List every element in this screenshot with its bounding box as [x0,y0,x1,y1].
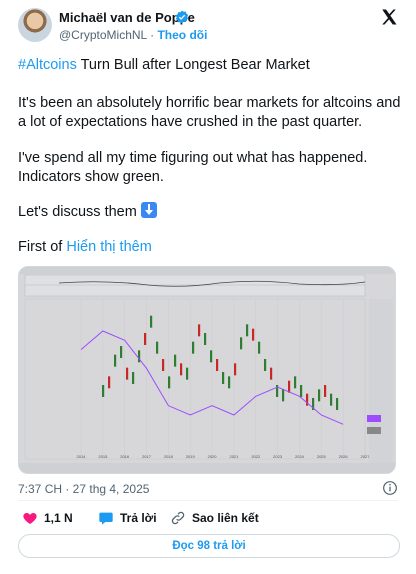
info-icon[interactable] [382,480,398,496]
chart-candle [150,315,153,328]
chart-candle [318,389,321,402]
tweet-paragraph-5: First of Hiển thị thêm [18,238,152,257]
chart-candle [336,398,339,410]
chart-candle [246,324,249,337]
separator-dot: · [150,28,155,42]
tweet-line-1: #Altcoins Turn Bull after Longest Bear M… [18,56,310,75]
chart-x-tick-label: 2019 [186,454,196,459]
first-of-text: First of [18,239,67,255]
chart-candle [132,372,135,384]
chart-candle [198,324,201,337]
copy-link-button[interactable]: Sao liên kết [170,508,259,528]
chart-x-tick-label: 2025 [317,454,327,459]
comment-icon [99,512,113,525]
avatar[interactable] [18,8,52,42]
chart-x-tick-label: 2016 [120,454,130,459]
chart-candle [282,389,285,402]
chart-x-tick-label: 2021 [229,454,239,459]
reply-label: Trả lời [120,511,157,525]
x-logo-icon[interactable] [380,8,398,26]
chart-candle [234,363,237,376]
chart-candle [126,367,129,380]
tweet-card: Michaël van de Poppe @CryptoMichNL · The… [10,4,406,566]
action-bar: 1,1 N Trả lời Sao liên kết [18,508,398,528]
tweet-header: Michaël van de Poppe @CryptoMichNL · The… [10,4,406,48]
chart-candle [102,385,105,397]
chart-x-tick-label: 2027 [361,454,371,459]
chart-candle [294,376,297,389]
chart-image[interactable]: 2014 2015 2016 2017 2018 2019 2020 2021 2022 2023… [18,266,396,474]
discuss-text: Let's discuss them [18,204,141,220]
chart-candle [204,333,207,345]
chart-candle [180,363,183,376]
chart-candle [324,385,327,397]
tweet-paragraph-4: Let's discuss them [18,202,157,222]
tweet-paragraph-2: It's been an absolutely horrific bear ma… [18,95,401,130]
reply-button[interactable]: Trả lời [98,508,157,528]
chart-candle [300,385,303,397]
chart-candle [162,359,165,371]
chart-candle [264,359,267,371]
chart-candle [216,359,219,371]
chart-candle [192,341,195,354]
chart-candle [120,346,123,358]
chart-x-tick-label: 2014 [77,454,87,459]
chart-x-tick-label: 2022 [251,454,261,459]
timestamp[interactable]: 7:37 CH · 27 thg 4, 2025 [18,482,149,496]
read-replies-button[interactable]: Đọc 98 trả lời [18,534,400,558]
chart-candle [270,367,273,380]
chart-candle [330,393,333,406]
chart-candle [168,376,171,389]
down-arrow-emoji [140,202,157,218]
chart-x-tick-label: 2020 [208,454,218,459]
show-more-link[interactable]: Hiển thị thêm [66,239,151,255]
link-icon [171,511,185,525]
chart-candle [144,333,147,345]
chart-candle [240,337,243,350]
verified-badge-icon [175,10,189,24]
author-handle[interactable]: @CryptoMichNL [59,28,147,42]
chart-x-tick-label: 2017 [142,454,152,459]
chart-candle [288,380,291,393]
chart-candle [228,376,231,389]
chart-x-tick-label: 2015 [98,454,108,459]
chart-svg: 2014 2015 2016 2017 2018 2019 2020 2021 2022 2023… [19,267,395,473]
like-button[interactable]: 1,1 N [22,508,73,528]
chart-candle [114,354,117,367]
chart-candle [252,328,255,341]
chart-x-tick-label: 2023 [273,454,283,459]
like-count: 1,1 N [44,511,73,525]
tweet-paragraph-3: I've spend all my time figuring out what… [18,150,368,185]
chart-candle [156,341,159,354]
copy-link-label: Sao liên kết [192,511,259,525]
follow-button[interactable]: Theo dõi [157,28,207,42]
chart-candle [174,354,177,367]
chart-x-tick-label: 2024 [295,454,305,459]
title-text: Turn Bull after Longest Bear Market [76,57,310,73]
chart-candle [186,367,189,380]
chart-candle [258,341,261,354]
chart-x-tick-label: 2026 [339,454,349,459]
divider [18,500,398,501]
chart-candle [222,372,225,384]
chart-candle [108,376,111,389]
heart-icon [23,513,37,524]
chart-candle [210,350,213,363]
handle-row: @CryptoMichNL · Theo dõi [59,28,207,42]
hashtag-link[interactable]: #Altcoins [18,57,77,73]
chart-x-tick-label: 2018 [164,454,174,459]
